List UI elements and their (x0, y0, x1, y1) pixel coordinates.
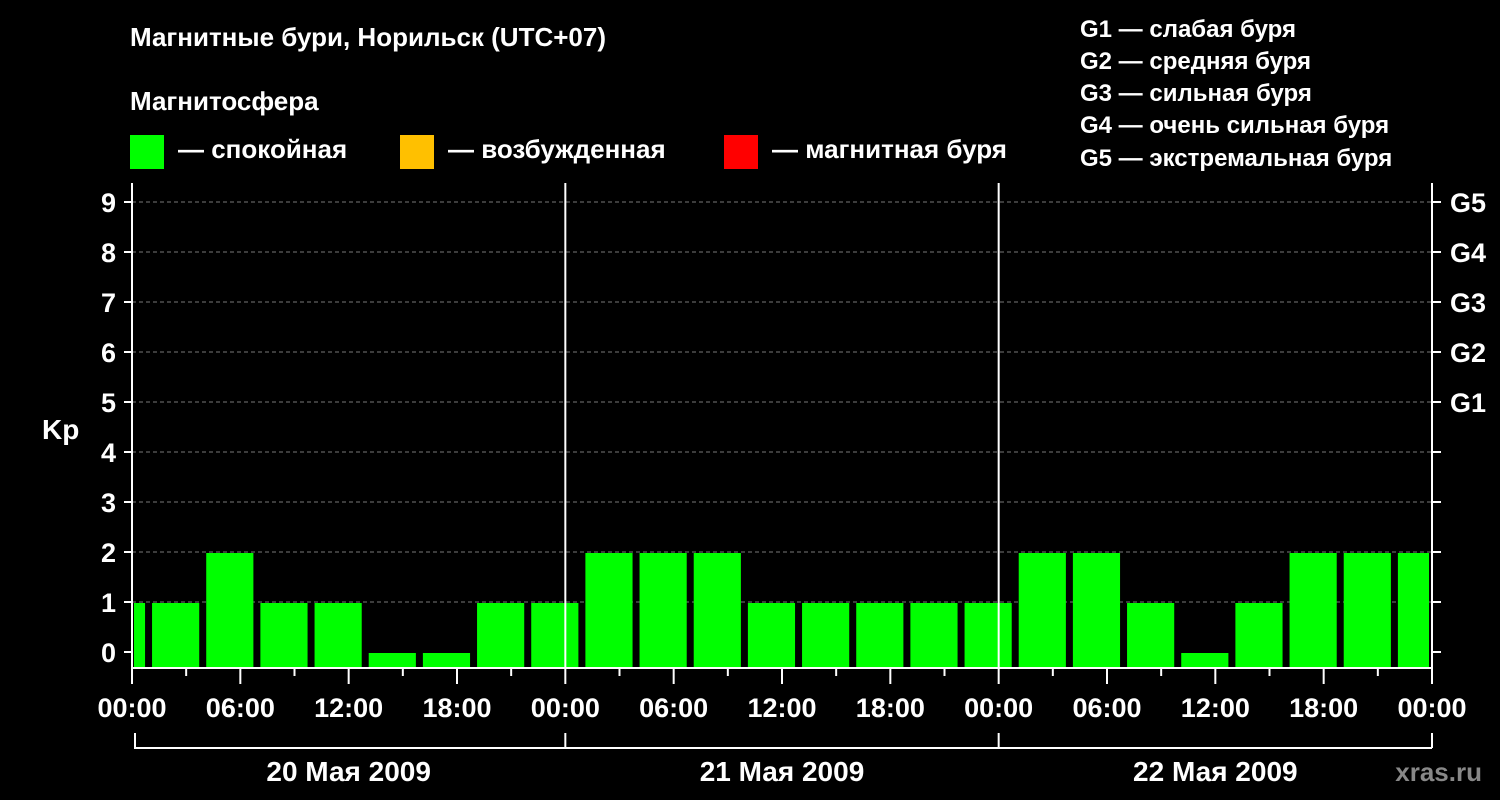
y-tick-label: 8 (101, 238, 116, 268)
kp-bar (368, 653, 416, 668)
kp-bar (531, 603, 579, 668)
x-tick-label: 00:00 (97, 693, 166, 723)
storm-level-label: G5 (1450, 188, 1486, 218)
kp-bar (1181, 653, 1229, 668)
x-tick-label: 12:00 (1181, 693, 1250, 723)
kp-bar (910, 603, 958, 668)
x-tick-label: 06:00 (639, 693, 708, 723)
watermark: xras.ru (1395, 757, 1482, 787)
kp-bar (1072, 553, 1121, 668)
y-tick-label: 0 (101, 638, 116, 668)
x-tick-label: 00:00 (964, 693, 1033, 723)
kp-bar (693, 553, 741, 668)
kp-bar (856, 603, 904, 668)
x-tick-label: 18:00 (1289, 693, 1358, 723)
y-tick-label: 9 (101, 188, 116, 218)
kp-chart: 0 1 2 3 4 5 6 7 8 9 G1 G2 G3 G4 G5 Kp 00:00 06:00 12:00 18:… (42, 183, 1486, 787)
kp-bar (639, 553, 687, 668)
kp-bar (802, 603, 850, 668)
kp-bar (1397, 553, 1429, 668)
y-tick-label: 5 (101, 388, 116, 418)
x-tick-label: 18:00 (856, 693, 925, 723)
storm-level-label: G3 (1450, 288, 1486, 318)
day-label: 20 Мая 2009 (266, 756, 431, 787)
y-tick-label: 6 (101, 338, 116, 368)
y-tick-label: 2 (101, 538, 116, 568)
y-tick-label: 7 (101, 288, 116, 318)
kp-bar (422, 653, 471, 668)
kp-bar (747, 603, 796, 668)
x-tick-label: 06:00 (1072, 693, 1141, 723)
kp-bar (152, 603, 200, 668)
kp-bar (1289, 553, 1337, 668)
storm-level-label: G2 (1450, 338, 1486, 368)
x-tick-label: 12:00 (747, 693, 816, 723)
y-tick-label: 4 (101, 438, 116, 468)
kp-bar (585, 553, 633, 668)
kp-bar (134, 603, 146, 668)
kp-bar (1018, 553, 1066, 668)
y-tick-label: 3 (101, 488, 116, 518)
kp-bar (1343, 553, 1391, 668)
kp-bar (477, 603, 525, 668)
day-label: 21 Мая 2009 (700, 756, 865, 787)
kp-bar (1235, 603, 1283, 668)
y-tick-label: 1 (101, 588, 116, 618)
kp-bar (1127, 603, 1175, 668)
kp-bar (314, 603, 362, 668)
x-tick-label: 18:00 (422, 693, 491, 723)
x-tick-label: 06:00 (206, 693, 275, 723)
x-tick-label: 00:00 (531, 693, 600, 723)
kp-bar (260, 603, 308, 668)
storm-level-label: G4 (1450, 238, 1486, 268)
kp-bar (206, 553, 254, 668)
x-tick-label: 12:00 (314, 693, 383, 723)
y-axis-label: Kp (42, 414, 79, 445)
x-tick-label: 00:00 (1397, 693, 1466, 723)
day-label: 22 Мая 2009 (1133, 756, 1298, 787)
storm-level-label: G1 (1450, 388, 1486, 418)
kp-bar (964, 603, 1012, 668)
